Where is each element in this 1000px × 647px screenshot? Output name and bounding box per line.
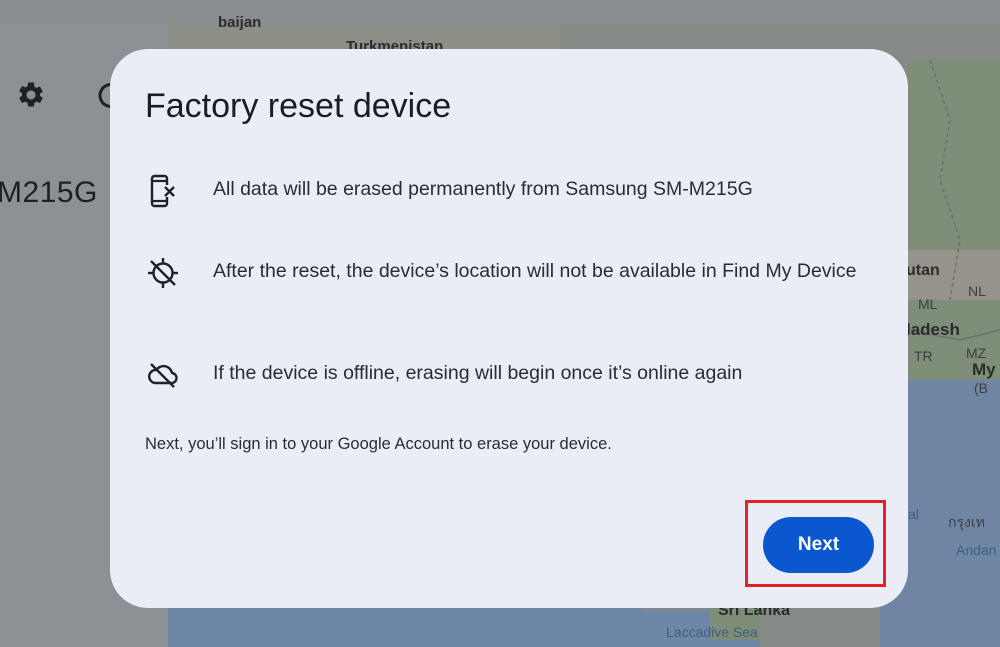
- map-label-mz: MZ: [966, 345, 987, 361]
- next-button[interactable]: Next: [763, 517, 874, 573]
- dialog-title: Factory reset device: [145, 87, 452, 125]
- map-label-laccadive-sea: Laccadive Sea: [666, 624, 758, 640]
- map-label-myanmar: My: [972, 360, 996, 379]
- map-label-tr: TR: [914, 348, 933, 364]
- location-off-icon: [145, 255, 181, 291]
- info-text-location: After the reset, the device’s location w…: [213, 260, 857, 282]
- map-label-andaman: Andan: [956, 542, 997, 558]
- map-label-ml: ML: [918, 296, 938, 312]
- map-label-nl: NL: [968, 283, 986, 299]
- phone-erase-icon: [145, 173, 181, 209]
- map-label-baijan: baijan: [218, 14, 262, 31]
- factory-reset-dialog: Factory reset device All data will be er…: [110, 49, 908, 608]
- map-label-b: (B: [974, 380, 988, 396]
- map-label-al: al: [908, 506, 919, 522]
- map-label-bangkok: กรุงเท: [948, 514, 985, 530]
- device-name: M215G: [0, 176, 98, 209]
- browser-top-strip: [0, 0, 1000, 24]
- cloud-off-icon: [145, 357, 181, 393]
- info-text-erase: All data will be erased permanently from…: [213, 178, 753, 200]
- map-label-bangladesh: ladesh: [906, 320, 960, 339]
- info-text-offline: If the device is offline, erasing will b…: [213, 362, 743, 384]
- dialog-footnote: Next, you’ll sign in to your Google Acco…: [145, 435, 612, 453]
- gear-icon[interactable]: [14, 78, 48, 112]
- map-label-bhutan: utan: [906, 262, 940, 279]
